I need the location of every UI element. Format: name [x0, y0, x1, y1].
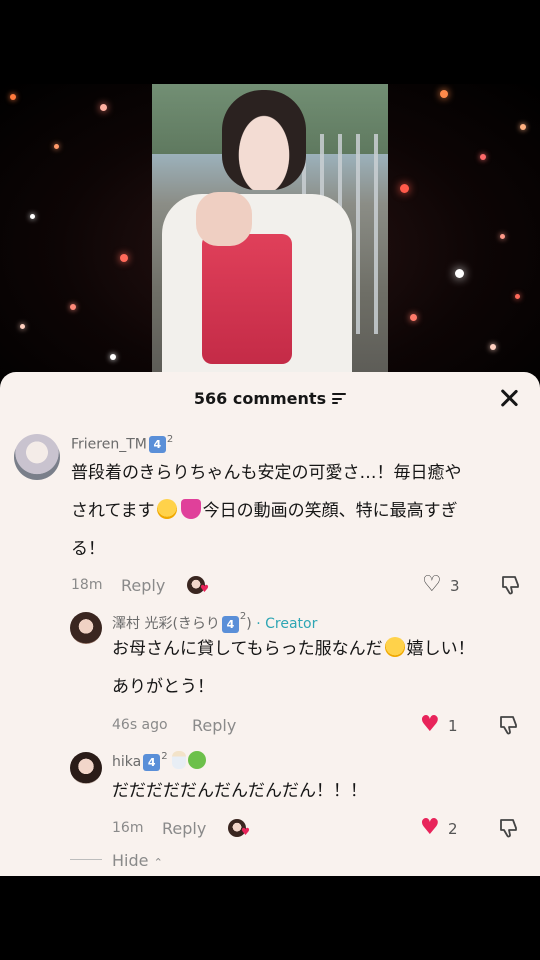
- like-heart-icon[interactable]: ♥: [420, 714, 440, 736]
- filter-icon[interactable]: [332, 393, 347, 404]
- level-badge: 4: [148, 436, 166, 453]
- avatar[interactable]: [70, 752, 102, 784]
- close-icon[interactable]: [496, 385, 522, 411]
- comment-text: 普段着のきらりちゃんも安定の可愛さ…！毎日癒や されてます 今日の動画の笑顔、特に…: [71, 463, 462, 559]
- reply-button[interactable]: Reply: [162, 819, 206, 838]
- comment-time: 18m: [71, 577, 103, 593]
- level-badge: 4: [143, 753, 161, 771]
- hide-divider: [70, 859, 102, 860]
- smiling-face-with-hearts-icon: [384, 637, 405, 657]
- dislike-icon[interactable]: [499, 573, 523, 597]
- comment-time: 46s ago: [112, 717, 168, 733]
- chevron-up-icon: ⌃: [153, 856, 163, 869]
- comment-username[interactable]: Frieren_TM 4 2: [71, 434, 173, 453]
- like-count: 1: [448, 717, 458, 735]
- comment-time: 16m: [112, 820, 144, 836]
- like-count: 3: [450, 577, 460, 595]
- creator-liked-heart-icon: ♥: [200, 584, 209, 595]
- comment-username[interactable]: hika 4 2: [112, 751, 207, 771]
- like-count: 2: [448, 820, 458, 838]
- comment-text: お母さんに貸してもらった服なんだ 嬉しい！ ありがとう！: [112, 637, 475, 697]
- like-heart-icon[interactable]: ♥: [420, 817, 440, 839]
- video-frame: [152, 84, 388, 384]
- reply-button[interactable]: Reply: [121, 576, 165, 595]
- avatar[interactable]: [70, 612, 102, 644]
- comments-header: 566 comments: [0, 372, 540, 424]
- hide-replies-button[interactable]: Hide ⌃: [112, 851, 163, 870]
- creator-liked-heart-icon: ♥: [241, 827, 250, 838]
- comments-panel: 566 comments Frieren_TM 4 2 普段着のきらりちゃんも安定の…: [0, 372, 540, 876]
- green-apple-icon: [188, 751, 207, 769]
- video-background: [0, 84, 540, 384]
- dislike-icon[interactable]: [497, 713, 521, 737]
- bottom-bar: [0, 876, 540, 960]
- comment-count: 566 comments: [0, 389, 540, 408]
- avatar[interactable]: [14, 434, 60, 480]
- reply-button[interactable]: Reply: [192, 716, 236, 735]
- like-heart-icon[interactable]: ♡: [422, 574, 442, 596]
- sparkling-heart-icon: [180, 499, 201, 519]
- dislike-icon[interactable]: [497, 816, 521, 840]
- crying-emoji-icon: [156, 499, 177, 519]
- baby-bottle-icon: [172, 751, 187, 769]
- comment-text: だだだだだんだんだんだん！！！: [112, 781, 367, 801]
